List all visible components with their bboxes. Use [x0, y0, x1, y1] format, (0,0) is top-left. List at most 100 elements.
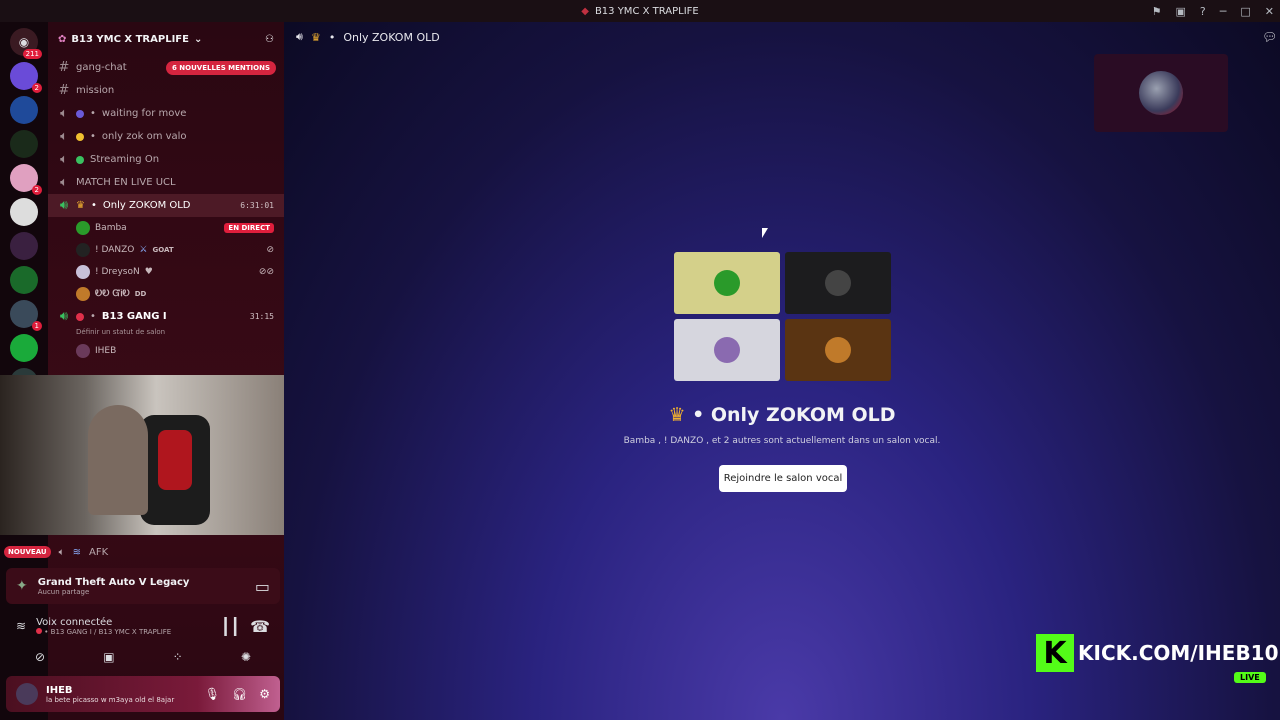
window-title: B13 YMC X TRAPLIFE [594, 5, 699, 17]
kick-logo: K [1036, 634, 1074, 672]
join-voice-button[interactable]: Rejoindre le salon vocal [719, 465, 847, 492]
close-button[interactable]: ✕ [1265, 5, 1274, 18]
channel-mission[interactable]: # mission [48, 79, 284, 102]
participant-avatar [714, 337, 740, 363]
server-icon[interactable]: 2 [10, 164, 42, 195]
crown-icon: ♛ [310, 30, 321, 44]
bullet: • [90, 131, 96, 142]
home-button[interactable]: ◉ 211 [10, 28, 42, 59]
channel-gang-chat[interactable]: # gang-chat [48, 56, 284, 79]
activity-panel[interactable]: ✦ Grand Theft Auto V Legacy Aucun partag… [6, 568, 280, 604]
soundboard-icon[interactable]: ┃┃ [221, 617, 240, 636]
guild-name-wrap: ✿ B13 YMC X TRAPLIFE ⌄ [58, 34, 202, 45]
server-icon[interactable] [10, 96, 38, 124]
channel-header: 🔊︎ ♛ • Only ZOKOM OLD 💬︎ [296, 30, 1277, 44]
server-icon[interactable]: 2 [10, 62, 42, 93]
voice-channel-subtitle: Bamba , ! DANZO , et 2 autres sont actue… [623, 436, 941, 446]
kick-url: KICK.COM/IHEB10 [1078, 641, 1279, 665]
soundboard-button[interactable]: ✺ [241, 650, 251, 664]
mouse-cursor [762, 228, 768, 238]
disconnect-icon[interactable]: ☎ [250, 617, 270, 636]
channel-afk[interactable]: NOUVEAU 🔈︎ ≋ AFK [0, 542, 284, 562]
picture-in-picture[interactable] [1094, 54, 1228, 132]
camera-off-button[interactable]: ⊘ [35, 650, 45, 664]
channel-valo[interactable]: 🔈︎ • only zok om valo [48, 125, 284, 148]
help-icon[interactable]: ? [1200, 5, 1206, 18]
server-icon[interactable] [10, 334, 38, 362]
minimize-button[interactable]: ─ [1220, 5, 1227, 18]
channel-label: Streaming On [90, 154, 160, 165]
kick-overlay: K KICK.COM/IHEB10 [1036, 634, 1279, 672]
server-icon[interactable] [10, 198, 38, 226]
guild-header[interactable]: ✿ B13 YMC X TRAPLIFE ⌄ ⚇ [48, 22, 284, 56]
avatar [76, 287, 90, 301]
channel-label: AFK [88, 546, 109, 558]
status-dot [36, 627, 43, 634]
voice-member-gio[interactable]: ᎧᎧ ᏳᎥᎧ DD [48, 283, 284, 305]
member-name: IHEB [95, 346, 117, 356]
voice-location-text: B13 GANG I / B13 YMC X TRAPLIFE [50, 627, 172, 636]
status-dot [76, 132, 84, 141]
screen-share-button[interactable]: ▣ [103, 650, 114, 664]
channel-label: MATCH EN LIVE UCL [76, 177, 176, 188]
flag-icon[interactable]: ⚑ [1152, 5, 1162, 18]
chat-bubble-icon[interactable]: 💬︎ [1262, 30, 1277, 44]
hash-icon: # [58, 83, 70, 98]
participant-tile[interactable] [785, 319, 891, 381]
heart-icon: ♥ [144, 267, 153, 277]
microphone-icon[interactable]: 🎙︎ [205, 687, 220, 701]
voice-member-bamba[interactable]: Bamba EN DIRECT [48, 217, 284, 239]
screen-icon[interactable]: ▣ [1176, 5, 1186, 18]
channel-match[interactable]: 🔈︎ MATCH EN LIVE UCL [48, 171, 284, 194]
server-icon[interactable] [10, 130, 38, 158]
add-member-icon[interactable]: ⚇ [265, 34, 274, 45]
header-title: Only ZOKOM OLD [343, 30, 440, 44]
server-icon[interactable]: 1 [10, 300, 42, 331]
voice-location[interactable]: • B13 GANG I / B13 YMC X TRAPLIFE [36, 627, 172, 636]
avatar [76, 221, 90, 235]
server-icon[interactable] [10, 266, 38, 294]
channel-status[interactable]: Définir un statut de salon [48, 328, 284, 340]
game-icon: ✦ [16, 578, 28, 594]
settings-gear-icon[interactable]: ⚙ [259, 687, 270, 701]
server-icon[interactable] [10, 232, 38, 260]
voice-member-danzo[interactable]: ! DANZO ⚔ GOAT ⊘ [48, 239, 284, 261]
share-status: Aucun partage [37, 587, 90, 596]
crown-icon: ♛ [668, 404, 686, 426]
user-avatar[interactable] [16, 683, 38, 705]
channel-label: gang-chat [76, 62, 127, 73]
user-controls: 🎙︎ 🎧︎ ⚙ [205, 687, 270, 701]
participant-avatar [825, 337, 851, 363]
server-badge: 2 [31, 185, 42, 195]
avatar [76, 265, 90, 279]
kick-live-badge: LIVE [1234, 672, 1266, 683]
headphones-icon[interactable]: 🎧︎ [232, 687, 247, 701]
channel-gang[interactable]: 🔊︎ • B13 GANG I 31:15 [48, 305, 284, 328]
voice-member-iheb[interactable]: IHEB [48, 340, 284, 362]
hash-icon: # [58, 60, 70, 75]
participant-tile[interactable] [785, 252, 891, 314]
game-name: Grand Theft Auto V Legacy [37, 576, 190, 588]
activities-button[interactable]: ⁘ [173, 650, 183, 664]
member-tag: DD [134, 290, 147, 298]
live-badge: EN DIRECT [224, 223, 274, 233]
signal-icon: ≋ [16, 619, 27, 633]
maximize-button[interactable]: □ [1240, 5, 1250, 18]
pip-avatar [1139, 71, 1183, 115]
muted-icon: ⊘ [266, 245, 274, 255]
deafened-icon: ⊘⊘ [258, 267, 274, 277]
participant-tile[interactable] [674, 319, 780, 381]
speaker-icon: 🔈︎ [60, 152, 68, 167]
channel-streaming[interactable]: 🔈︎ Streaming On [48, 148, 284, 171]
channel-waiting[interactable]: 🔈︎ • waiting for move [48, 102, 284, 125]
share-screen-icon[interactable]: ▭ [255, 577, 270, 596]
home-badge: 211 [22, 49, 42, 59]
main-voice-view: 🔊︎ ♛ • Only ZOKOM OLD 💬︎ ♛ • Only ZOKOM … [284, 22, 1280, 720]
participant-tile[interactable] [674, 252, 780, 314]
user-text: IHEB la bete picasso w m3aya old el 8aja… [46, 685, 174, 704]
title-bar-controls: ⚑ ▣ ? ─ □ ✕ [1152, 0, 1274, 22]
channel-label: Only ZOKOM OLD [102, 200, 191, 211]
voice-member-dreyson[interactable]: ! DreysoN ♥ ⊘⊘ [48, 261, 284, 283]
voice-text: Voix connectée • B13 GANG I / B13 YMC X … [36, 617, 171, 636]
channel-zokom[interactable]: 🔊︎ ♛ • Only ZOKOM OLD 6:31:01 [48, 194, 284, 217]
